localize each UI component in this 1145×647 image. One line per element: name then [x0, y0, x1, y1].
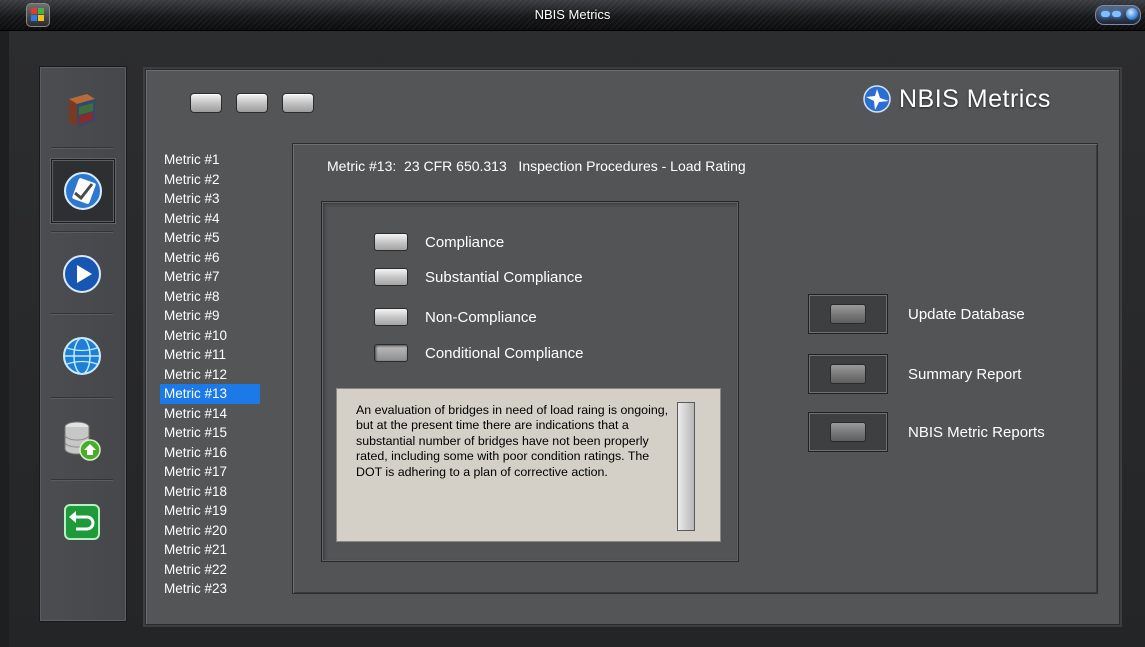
metric-reports-action: NBIS Metric Reports: [808, 412, 1045, 452]
option-label: Non-Compliance: [425, 308, 537, 326]
metric-list-item[interactable]: Metric #7: [160, 267, 260, 287]
database-home-icon: [64, 421, 101, 461]
metric-title: Metric #13: 23 CFR 650.313 Inspection Pr…: [327, 158, 746, 174]
update-database-button[interactable]: [830, 304, 866, 324]
description-box: An evaluation of bridges in need of load…: [336, 388, 721, 542]
metric-list-item[interactable]: Metric #19: [160, 501, 260, 521]
update-database-label: Update Database: [908, 305, 1025, 323]
metric-list-item[interactable]: Metric #14: [160, 404, 260, 424]
close-icon[interactable]: [1126, 8, 1138, 20]
nbis-logo-icon: [863, 85, 891, 113]
metric-list-item[interactable]: Metric #17: [160, 462, 260, 482]
metric-list-item[interactable]: Metric #16: [160, 443, 260, 463]
sidebar: [39, 66, 127, 622]
option-conditional-compliance[interactable]: Conditional Compliance: [374, 342, 583, 364]
book-icon: [69, 94, 95, 127]
summary-report-well: [808, 354, 888, 394]
option-non-compliance[interactable]: Non-Compliance: [374, 306, 537, 328]
summary-report-action: Summary Report: [808, 354, 1021, 394]
toolbar-button-2[interactable]: [236, 93, 268, 113]
metric-list-item[interactable]: Metric #11: [160, 345, 260, 365]
sidebar-item-return[interactable]: [51, 491, 113, 553]
metric-list-item[interactable]: Metric #3: [160, 189, 260, 209]
play-icon: [63, 255, 101, 293]
window-controls[interactable]: [1095, 5, 1141, 25]
metric-list-item[interactable]: Metric #6: [160, 248, 260, 268]
toolbar-button-1[interactable]: [190, 93, 222, 113]
non-compliance-radio[interactable]: [374, 308, 408, 326]
metric-reports-label: NBIS Metric Reports: [908, 423, 1045, 441]
globe-icon: [63, 337, 101, 375]
metric-list-item[interactable]: Metric #4: [160, 209, 260, 229]
return-icon: [64, 504, 100, 540]
sidebar-item-play[interactable]: [51, 243, 113, 305]
sidebar-item-globe[interactable]: [51, 325, 113, 387]
sidebar-item-checklist[interactable]: [51, 159, 115, 223]
conditional-compliance-radio[interactable]: [374, 344, 408, 362]
metric-list-item[interactable]: Metric #12: [160, 365, 260, 385]
metric-list-item[interactable]: Metric #2: [160, 170, 260, 190]
metric-list-item[interactable]: Metric #9: [160, 306, 260, 326]
metric-list-item[interactable]: Metric #13: [160, 384, 260, 404]
metric-list-item[interactable]: Metric #22: [160, 560, 260, 580]
maximize-icon[interactable]: [1112, 11, 1121, 17]
metric-list-item[interactable]: Metric #23: [160, 579, 260, 599]
metric-list-item[interactable]: Metric #8: [160, 287, 260, 307]
metric-reports-well: [808, 412, 888, 452]
metric-list-item[interactable]: Metric #15: [160, 423, 260, 443]
option-substantial-compliance[interactable]: Substantial Compliance: [374, 266, 583, 288]
description-text: An evaluation of bridges in need of load…: [356, 403, 669, 479]
window-title: NBIS Metrics: [534, 7, 611, 22]
metric-reports-button[interactable]: [830, 422, 866, 442]
sidebar-item-book[interactable]: [51, 79, 113, 141]
metric-list-item[interactable]: Metric #20: [160, 521, 260, 541]
compliance-radio[interactable]: [374, 233, 408, 251]
minimize-icon[interactable]: [1101, 11, 1110, 17]
metric-list-item[interactable]: Metric #21: [160, 540, 260, 560]
option-compliance[interactable]: Compliance: [374, 231, 504, 253]
description-scrollbar[interactable]: [677, 402, 695, 531]
option-label: Substantial Compliance: [425, 268, 583, 286]
metric-list-item[interactable]: Metric #1: [160, 150, 260, 170]
metric-list-item[interactable]: Metric #5: [160, 228, 260, 248]
substantial-compliance-radio[interactable]: [374, 268, 408, 286]
option-label: Compliance: [425, 233, 505, 251]
title-bar: NBIS Metrics: [0, 0, 1145, 31]
metric-list: Metric #1 Metric #2 Metric #3 Metric #4 Metr…: [160, 150, 260, 599]
checklist-icon: [64, 172, 102, 210]
summary-report-label: Summary Report: [908, 365, 1022, 383]
toolbar-button-3[interactable]: [282, 93, 314, 113]
logo: NBIS Metrics: [863, 85, 1051, 113]
update-database-well: [808, 294, 888, 334]
update-database-action: Update Database: [808, 294, 1025, 334]
summary-report-button[interactable]: [830, 364, 866, 384]
logo-text: NBIS Metrics: [899, 84, 1051, 113]
option-label: Conditional Compliance: [425, 344, 584, 362]
metric-list-item[interactable]: Metric #10: [160, 326, 260, 346]
sidebar-item-database[interactable]: [51, 409, 113, 471]
metric-list-item[interactable]: Metric #18: [160, 482, 260, 502]
